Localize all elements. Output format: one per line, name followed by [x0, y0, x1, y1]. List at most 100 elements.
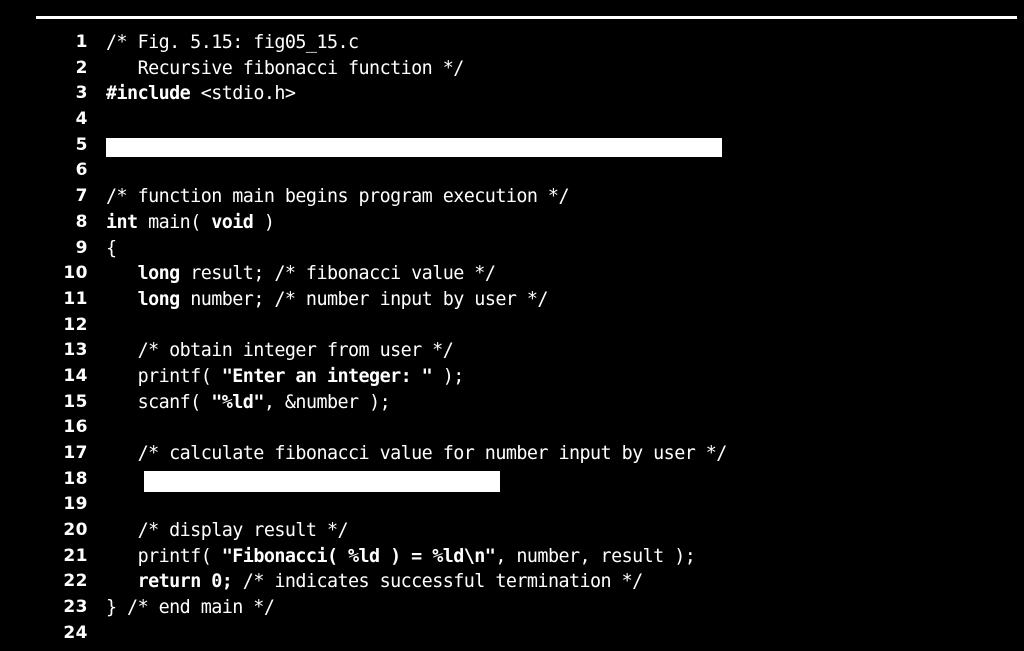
code-plain: ): [253, 211, 275, 233]
code-text: /* function main begins program executio…: [106, 184, 570, 210]
line-number: 12: [63, 314, 88, 335]
code-keyword: long: [137, 263, 181, 285]
code-plain: [106, 289, 138, 310]
code-keyword: "Fibonacci( %ld ) = %ld\n": [221, 545, 496, 567]
code-plain: printf(: [106, 545, 222, 567]
top-divider-rule: [36, 16, 1017, 19]
code-plain: , number, result );: [495, 545, 696, 567]
code-plain: /* obtain integer from user */: [106, 340, 454, 362]
code-text: Recursive fibonacci function */: [106, 56, 465, 82]
code-keyword: "Enter an integer: ": [221, 365, 433, 387]
code-plain: /* Fig. 5.15: fig05_15.c: [106, 32, 359, 53]
code-plain: /* calculate fibonacci value for number …: [106, 443, 728, 464]
code-keyword: return 0;: [137, 571, 233, 593]
code-line: 14 printf( "Enter an integer: " );: [0, 364, 1024, 390]
code-keyword: void: [211, 211, 254, 233]
code-keyword: #include: [106, 83, 191, 105]
line-number: 23: [63, 597, 88, 618]
code-line: 23 } /* end main */: [0, 595, 1024, 621]
code-text: /* obtain integer from user */: [106, 338, 454, 364]
code-plain: /* display result */: [106, 520, 349, 542]
line-number: 2: [75, 57, 88, 78]
line-number: 21: [63, 545, 88, 566]
code-plain: Recursive fibonacci function */: [106, 57, 465, 79]
line-number: 1: [75, 32, 88, 52]
code-plain: result; /* fibonacci value */: [179, 263, 496, 285]
redacted-code-block: [106, 137, 722, 157]
code-plain: number; /* number input by user */: [179, 288, 548, 310]
code-line: 22 return 0; /* indicates successful ter…: [0, 569, 1024, 595]
code-text: /* display result */: [106, 518, 349, 544]
code-plain: {: [106, 237, 117, 259]
code-text: {: [106, 236, 117, 262]
code-text: int main( void ): [106, 210, 275, 236]
line-number: 22: [63, 571, 88, 592]
code-plain: scanf(: [106, 391, 212, 413]
line-number: 15: [63, 391, 88, 412]
line-number: 4: [75, 109, 88, 130]
redacted-code-block: [144, 470, 500, 492]
line-number: 13: [63, 340, 88, 361]
line-number: 11: [63, 288, 88, 309]
code-plain: [106, 571, 138, 592]
code-line: 17 /* calculate fibonacci value for numb…: [0, 441, 1024, 467]
code-plain: <stdio.h>: [190, 83, 296, 105]
code-keyword: long: [137, 288, 181, 310]
code-line: 11 long number; /* number input by user …: [0, 287, 1024, 313]
line-number: 7: [75, 186, 88, 207]
code-keyword: int: [106, 211, 138, 233]
line-number: 16: [63, 417, 88, 438]
code-line: 7 /* function main begins program executi…: [0, 184, 1024, 210]
code-line: 4: [0, 107, 1024, 133]
code-text: /* calculate fibonacci value for number …: [106, 441, 728, 467]
code-line: 9{: [0, 236, 1024, 262]
code-line: 13 /* obtain integer from user */: [0, 338, 1024, 364]
code-listing: 1 /* Fig. 5.15: fig05_15.c 2 Recursive fib…: [0, 0, 1024, 651]
line-number: 9: [75, 237, 88, 258]
code-text: printf( "Enter an integer: " );: [106, 364, 465, 390]
code-text: return 0; /* indicates successful termin…: [106, 569, 644, 595]
line-number: 20: [63, 520, 88, 541]
line-number: 19: [63, 494, 88, 515]
line-number: 6: [75, 160, 88, 181]
line-number: 10: [63, 263, 88, 284]
code-line: 18: [0, 467, 1024, 493]
code-plain: [106, 263, 138, 284]
code-line: 3 #include <stdio.h>: [0, 81, 1024, 107]
code-line: 1 /* Fig. 5.15: fig05_15.c: [0, 30, 1024, 56]
code-plain: printf(: [106, 365, 222, 387]
code-plain: /* indicates successful termination */: [232, 571, 643, 593]
code-text: } /* end main */: [106, 595, 275, 621]
code-plain: main(: [137, 211, 212, 233]
code-line: 8 int main( void ): [0, 210, 1024, 236]
code-plain: );: [432, 365, 465, 387]
code-lines-container: 1 /* Fig. 5.15: fig05_15.c 2 Recursive fib…: [0, 30, 1024, 647]
code-line: 6: [0, 158, 1024, 184]
line-number: 18: [63, 468, 88, 489]
line-number: 8: [75, 211, 88, 232]
code-line: 2 Recursive fibonacci function */: [0, 56, 1024, 82]
code-plain: } /* end main */: [106, 597, 275, 619]
code-line: 19: [0, 492, 1024, 518]
line-number: 3: [75, 83, 88, 104]
code-text: scanf( "%ld", &number );: [106, 390, 391, 416]
code-text: #include <stdio.h>: [106, 81, 296, 107]
line-number: 24: [63, 622, 88, 643]
code-text: printf( "Fibonacci( %ld ) = %ld\n", numb…: [106, 544, 696, 570]
code-line: 15 scanf( "%ld", &number );: [0, 390, 1024, 416]
line-number: 14: [63, 365, 88, 386]
code-line: 12: [0, 313, 1024, 339]
code-text: /* Fig. 5.15: fig05_15.c: [106, 30, 359, 56]
code-line: 20 /* display result */: [0, 518, 1024, 544]
line-number: 17: [63, 443, 88, 463]
code-line: 21 printf( "Fibonacci( %ld ) = %ld\n", n…: [0, 544, 1024, 570]
code-text: long number; /* number input by user */: [106, 287, 549, 313]
code-line: 10 long result; /* fibonacci value */: [0, 261, 1024, 287]
code-line: 16: [0, 415, 1024, 441]
code-line: 5: [0, 133, 1024, 159]
code-keyword: "%ld": [211, 391, 264, 413]
code-plain: , &number );: [263, 391, 391, 413]
code-plain: /* function main begins program executio…: [106, 186, 570, 208]
line-number: 5: [75, 134, 88, 155]
code-line: 24: [0, 621, 1024, 647]
